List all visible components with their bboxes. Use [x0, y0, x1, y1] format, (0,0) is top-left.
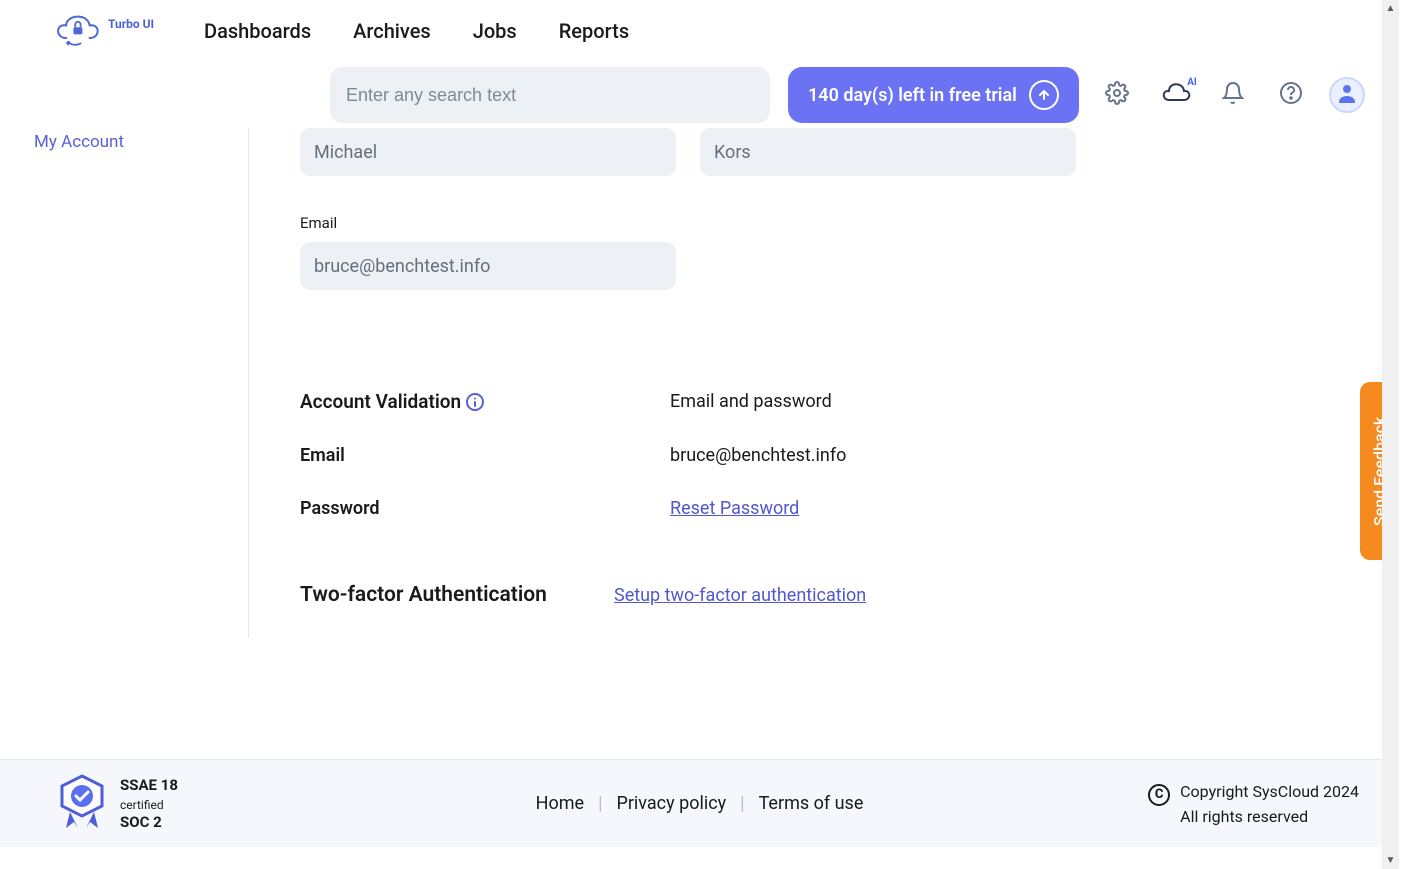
settings-button[interactable] [1097, 75, 1137, 115]
toolbar: 140 day(s) left in free trial AI [0, 62, 1399, 128]
bell-icon [1222, 81, 1244, 109]
trial-upgrade-button[interactable]: 140 day(s) left in free trial [788, 67, 1079, 123]
badge-line3: SOC 2 [120, 813, 178, 831]
nav-archives[interactable]: Archives [353, 13, 431, 49]
copyright-line1: Copyright SysCloud 2024 [1180, 782, 1359, 801]
footer-copyright: C Copyright SysCloud 2024 All rights res… [1148, 782, 1359, 826]
trial-text: 140 day(s) left in free trial [808, 85, 1017, 106]
account-avatar-button[interactable] [1329, 77, 1365, 113]
search-input[interactable] [330, 67, 770, 123]
footer-links: Home | Privacy policy | Terms of use [536, 793, 864, 814]
ribbon-badge-icon [56, 772, 108, 836]
validation-email-value: bruce@benchtest.info [670, 445, 846, 466]
account-validation-heading: Account Validation [300, 390, 670, 413]
footer-privacy-link[interactable]: Privacy policy [616, 793, 726, 814]
nav-links: Dashboards Archives Jobs Reports [204, 13, 629, 49]
account-validation-method: Email and password [670, 391, 832, 412]
footer-terms-link[interactable]: Terms of use [759, 793, 864, 814]
copyright-icon: C [1148, 784, 1170, 806]
cloud-icon [1159, 81, 1191, 109]
info-icon[interactable] [465, 392, 485, 412]
setup-tfa-link[interactable]: Setup two-factor authentication [614, 585, 866, 606]
logo[interactable]: Turbo UI [50, 9, 154, 53]
vertical-scrollbar[interactable]: ▲ ▼ [1382, 0, 1399, 869]
badge-line2: certified [120, 798, 164, 812]
reset-password-link[interactable]: Reset Password [670, 498, 799, 519]
password-label: Password [300, 498, 670, 519]
badge-line1: SSAE 18 [120, 776, 178, 794]
cloud-lock-icon [50, 9, 104, 53]
help-button[interactable] [1271, 75, 1311, 115]
ai-badge: AI [1187, 77, 1197, 88]
scroll-down-arrow-icon[interactable]: ▼ [1382, 852, 1399, 869]
person-icon [1336, 82, 1358, 108]
sidebar: My Account [0, 128, 250, 152]
sidebar-item-my-account[interactable]: My Account [34, 132, 250, 152]
footer-home-link[interactable]: Home [536, 793, 584, 814]
validation-email-label: Email [300, 445, 670, 466]
gear-icon [1105, 81, 1129, 109]
email-field[interactable]: bruce@benchtest.info [300, 242, 676, 290]
cloud-ai-button[interactable]: AI [1155, 75, 1195, 115]
first-name-field[interactable]: Michael [300, 128, 676, 176]
email-field-label: Email [300, 214, 1399, 232]
logo-text: Turbo UI [108, 17, 154, 31]
footer: SSAE 18 certified SOC 2 Home | Privacy p… [0, 759, 1399, 847]
arrow-up-circle-icon [1029, 80, 1059, 110]
tfa-heading: Two-factor Authentication [300, 583, 614, 607]
last-name-field[interactable]: Kors [700, 128, 1076, 176]
nav-dashboards[interactable]: Dashboards [204, 13, 311, 49]
copyright-line2: All rights reserved [1180, 807, 1359, 826]
help-circle-icon [1279, 81, 1303, 109]
nav-jobs[interactable]: Jobs [473, 13, 517, 49]
nav-reports[interactable]: Reports [559, 13, 629, 49]
notifications-button[interactable] [1213, 75, 1253, 115]
main-content: Michael Kors Email bruce@benchtest.info … [248, 128, 1399, 607]
compliance-badge: SSAE 18 certified SOC 2 [56, 772, 178, 836]
scroll-up-arrow-icon[interactable]: ▲ [1382, 0, 1399, 17]
top-nav: Turbo UI Dashboards Archives Jobs Report… [0, 0, 1399, 62]
